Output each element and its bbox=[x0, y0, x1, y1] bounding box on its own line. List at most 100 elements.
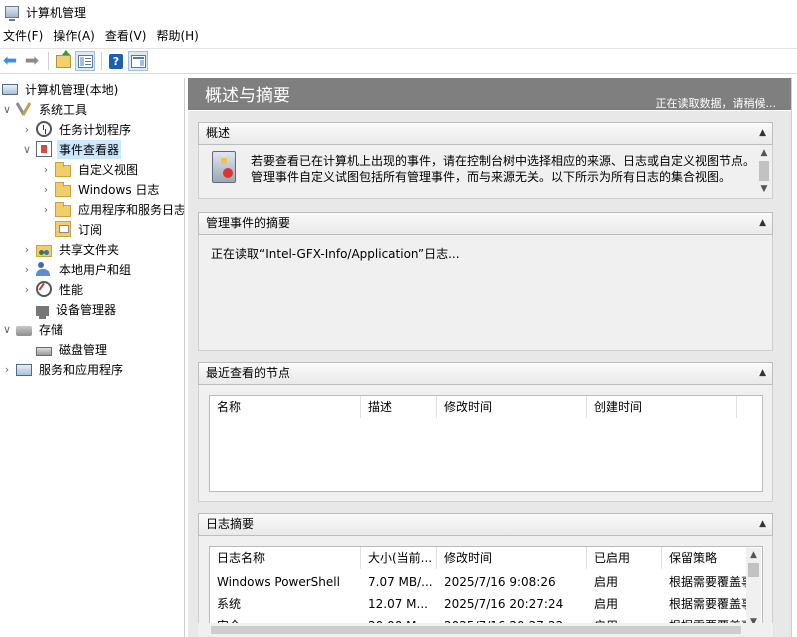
tree-node-label: 事件查看器 bbox=[57, 139, 122, 159]
scroll-thumb[interactable] bbox=[759, 161, 769, 181]
expand-icon[interactable]: › bbox=[2, 363, 12, 376]
expand-icon[interactable]: › bbox=[41, 203, 51, 216]
tree-node-task-scheduler[interactable]: › 任务计划程序 bbox=[22, 119, 133, 139]
overview-section: 概述 ▲ 若要查看已在计算机上出现的事件，请在控制台树中选择相应的来源、日志或自… bbox=[198, 122, 773, 199]
folder-icon bbox=[55, 201, 71, 217]
column-header[interactable]: 名称 bbox=[210, 396, 361, 418]
tree-node-shared-folders[interactable]: › 共享文件夹 bbox=[22, 239, 121, 259]
tree-node-subscriptions[interactable]: 订阅 bbox=[55, 219, 104, 239]
table-cell[interactable]: Windows PowerShell bbox=[210, 571, 361, 593]
table-cell[interactable]: 7.07 MB/... bbox=[361, 571, 437, 593]
tree-node-performance[interactable]: › 性能 bbox=[22, 279, 85, 299]
overview-banner: 概述与摘要 正在读取数据，请稍候... bbox=[188, 78, 791, 110]
tree-node-windows-logs[interactable]: › Windows 日志 bbox=[41, 179, 161, 199]
tree-node-label: 应用程序和服务日志 bbox=[78, 202, 185, 217]
column-header[interactable]: 日志名称 bbox=[210, 547, 361, 569]
overview-scrollbar[interactable]: ▲ ▼ bbox=[757, 146, 771, 198]
collapse-arrow-icon[interactable]: ▲ bbox=[759, 213, 766, 234]
page-title: 概述与摘要 bbox=[205, 86, 290, 106]
tree-node-label: 磁盘管理 bbox=[59, 342, 108, 357]
collapse-icon[interactable]: ∨ bbox=[2, 323, 12, 336]
expand-icon[interactable]: › bbox=[41, 183, 51, 196]
services-icon bbox=[16, 364, 32, 376]
tree-node-label: 共享文件夹 bbox=[59, 242, 120, 257]
tree-node-event-viewer[interactable]: ∨ 事件查看器 bbox=[22, 139, 122, 159]
column-header[interactable]: 大小(当前... bbox=[361, 547, 437, 569]
help-button[interactable]: ? bbox=[106, 51, 126, 71]
window-title: 计算机管理 bbox=[26, 5, 87, 20]
forward-arrow-icon: ➡ bbox=[24, 50, 40, 71]
back-button[interactable]: ⬅ bbox=[0, 51, 20, 71]
section-title: 日志摘要 bbox=[206, 517, 255, 531]
section-title: 最近查看的节点 bbox=[206, 366, 291, 380]
collapse-arrow-icon[interactable]: ▲ bbox=[759, 514, 766, 535]
column-header[interactable]: 修改时间 bbox=[437, 547, 587, 569]
expand-icon[interactable]: › bbox=[22, 123, 32, 136]
table-cell[interactable]: 系统 bbox=[210, 593, 361, 615]
log-summary-body: 日志名称 大小(当前... 修改时间 已启用 保留策略 Windows Powe… bbox=[198, 536, 773, 637]
show-hide-action-pane-button[interactable] bbox=[128, 51, 148, 71]
column-header[interactable]: 创建时间 bbox=[587, 396, 737, 418]
section-title: 概述 bbox=[206, 126, 231, 140]
scroll-down-icon[interactable]: ▼ bbox=[757, 182, 771, 196]
admin-events-section: 管理事件的摘要 ▲ 正在读取“Intel-GFX-Info/Applicatio… bbox=[198, 212, 773, 351]
table-cell[interactable]: 根据需要覆盖事 bbox=[662, 571, 748, 593]
subscriptions-icon bbox=[55, 221, 71, 237]
table-cell[interactable]: 启用 bbox=[587, 571, 662, 593]
show-hide-tree-button[interactable] bbox=[75, 51, 95, 71]
title-bar: 计算机管理 bbox=[0, 0, 797, 24]
menu-help[interactable]: 帮助(H) bbox=[151, 26, 203, 46]
folder-icon bbox=[55, 181, 71, 197]
expand-icon[interactable]: › bbox=[41, 163, 51, 176]
tree-node-label: 系统工具 bbox=[39, 102, 88, 117]
tree-node-local-users[interactable]: › 本地用户和组 bbox=[22, 259, 133, 279]
menu-view[interactable]: 查看(V) bbox=[100, 26, 152, 46]
column-header[interactable]: 修改时间 bbox=[437, 396, 587, 418]
table-cell[interactable]: 2025/7/16 20:27:24 bbox=[437, 593, 587, 615]
table-cell[interactable]: 启用 bbox=[587, 593, 662, 615]
log-summary-header[interactable]: 日志摘要 ▲ bbox=[198, 513, 773, 536]
tree-node-label: 订阅 bbox=[78, 222, 103, 237]
collapse-icon[interactable]: ∨ bbox=[22, 143, 32, 156]
collapse-arrow-icon[interactable]: ▲ bbox=[759, 123, 766, 144]
tree-node-system-tools[interactable]: ∨ 系统工具 bbox=[2, 99, 89, 119]
tree-node-label: 服务和应用程序 bbox=[39, 362, 124, 377]
expand-icon[interactable]: › bbox=[22, 243, 32, 256]
column-header[interactable]: 描述 bbox=[361, 396, 437, 418]
collapse-arrow-icon[interactable]: ▲ bbox=[759, 363, 766, 384]
forward-button[interactable]: ➡ bbox=[22, 51, 42, 71]
collapse-icon[interactable]: ∨ bbox=[2, 103, 12, 116]
overview-pane: 概述与摘要 正在读取数据，请稍候... 概述 ▲ 若要查看已在计算机上出现的事件… bbox=[188, 78, 791, 637]
horizontal-scrollbar[interactable] bbox=[198, 623, 773, 637]
menu-action[interactable]: 操作(A) bbox=[48, 26, 100, 46]
clock-icon bbox=[36, 121, 52, 137]
overview-header[interactable]: 概述 ▲ bbox=[198, 122, 773, 145]
expand-icon[interactable]: › bbox=[22, 283, 32, 296]
scroll-up-icon[interactable]: ▲ bbox=[746, 548, 761, 562]
scroll-up-icon[interactable]: ▲ bbox=[757, 146, 771, 160]
expand-icon[interactable]: › bbox=[22, 263, 32, 276]
admin-events-header[interactable]: 管理事件的摘要 ▲ bbox=[198, 212, 773, 235]
tree-node-storage[interactable]: ∨ 存储 bbox=[2, 319, 65, 339]
tree-node-device-manager[interactable]: 设备管理器 bbox=[36, 299, 118, 319]
tree-node-custom-views[interactable]: › 自定义视图 bbox=[41, 159, 140, 179]
tree-node-root[interactable]: 计算机管理(本地) bbox=[2, 79, 120, 99]
tree-node-label: Windows 日志 bbox=[78, 182, 160, 197]
scroll-thumb[interactable] bbox=[748, 563, 759, 577]
table-cell[interactable]: 2025/7/16 9:08:26 bbox=[437, 571, 587, 593]
menu-file[interactable]: 文件(F) bbox=[0, 26, 48, 46]
folder-icon bbox=[55, 161, 71, 177]
column-header[interactable]: 保留策略 bbox=[662, 547, 748, 569]
tree-node-app-service-logs[interactable]: › 应用程序和服务日志 bbox=[41, 199, 185, 219]
show-hide-action-pane-icon bbox=[130, 54, 146, 68]
tree-node-disk-management[interactable]: 磁盘管理 bbox=[36, 339, 109, 359]
show-hide-tree-icon bbox=[77, 54, 93, 68]
table-cell[interactable]: 12.07 M... bbox=[361, 593, 437, 615]
column-header[interactable]: 已启用 bbox=[587, 547, 662, 569]
up-button[interactable] bbox=[53, 49, 73, 71]
help-icon: ? bbox=[109, 53, 123, 69]
tree-node-services-apps[interactable]: › 服务和应用程序 bbox=[2, 359, 125, 379]
table-cell[interactable]: 根据需要覆盖事 bbox=[662, 593, 748, 615]
scroll-thumb[interactable] bbox=[211, 626, 741, 634]
recent-nodes-header[interactable]: 最近查看的节点 ▲ bbox=[198, 362, 773, 385]
